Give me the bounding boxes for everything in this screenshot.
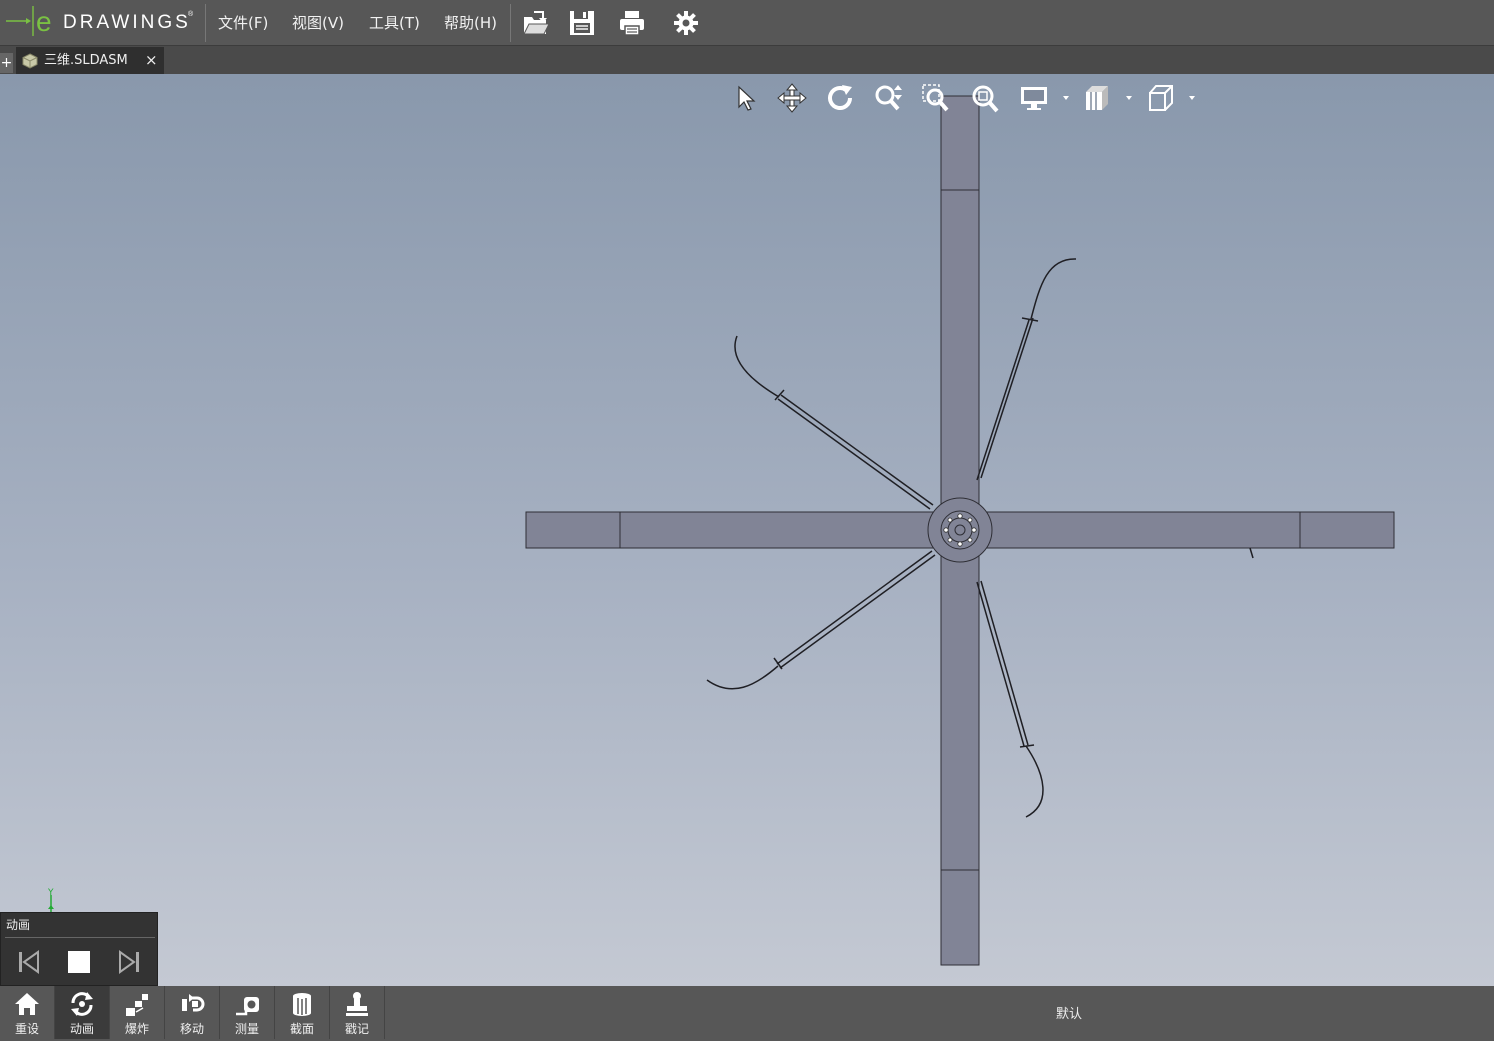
explode-label: 爆炸	[124, 1022, 149, 1036]
move-label: 移动	[179, 1022, 204, 1036]
section-button[interactable]: 截面	[275, 986, 330, 1039]
horizontal-arm-right-tip	[1299, 511, 1395, 549]
assembly-icon	[22, 53, 38, 69]
menu-view[interactable]: 视图(V)	[292, 12, 344, 34]
close-tab-icon[interactable]: ×	[145, 52, 158, 68]
tab-label: 三维.SLDASM	[44, 53, 128, 68]
document-tab-bar: + 三维.SLDASM ×	[0, 46, 1494, 74]
display-style-icon[interactable]	[1018, 82, 1050, 114]
assembly-model	[525, 95, 1395, 966]
logo-mark: ®	[188, 10, 194, 18]
edrawings-logo: e DRAWINGS ®	[6, 6, 194, 37]
previous-icon[interactable]	[14, 947, 44, 977]
stamp-label: 戳记	[344, 1022, 369, 1036]
display-style-dropdown-icon[interactable]	[1061, 94, 1071, 102]
measure-label: 测量	[234, 1022, 259, 1036]
logo-text: DRAWINGS	[63, 12, 191, 33]
standard-views-dropdown-icon[interactable]	[1187, 94, 1197, 102]
horizontal-arm-left-tip	[525, 511, 621, 549]
reset-label: 重设	[14, 1022, 39, 1036]
bottom-toolbar: 重设 动画 爆炸 移动 测量 截面 戳记 默认	[0, 986, 1494, 1041]
configuration-name[interactable]: 默认	[1040, 1003, 1098, 1022]
settings-icon[interactable]	[671, 8, 701, 38]
reset-button[interactable]: 重设	[0, 986, 55, 1039]
move-component-button[interactable]: 移动	[165, 986, 220, 1039]
rotate-icon[interactable]	[824, 82, 856, 114]
save-icon[interactable]	[567, 8, 597, 38]
tab-document[interactable]: 三维.SLDASM ×	[16, 47, 164, 74]
menu-help[interactable]: 帮助(H)	[444, 12, 497, 34]
animation-panel: 动画	[0, 912, 158, 986]
animate-button[interactable]: 动画	[55, 986, 110, 1039]
measure-icon	[236, 997, 259, 1016]
section-label: 截面	[289, 1022, 314, 1036]
zoom-icon[interactable]	[872, 82, 904, 114]
animation-divider	[5, 937, 155, 938]
graphics-viewport[interactable]: Y	[0, 74, 1494, 986]
print-icon[interactable]	[617, 8, 647, 38]
triad-y-label: Y	[47, 888, 54, 898]
vertical-arm-bottom-tip	[940, 869, 980, 966]
select-icon[interactable]	[730, 82, 762, 114]
orientation-triad: Y	[47, 888, 54, 913]
section-views-icon[interactable]	[1082, 82, 1114, 114]
explode-button[interactable]: 爆炸	[110, 986, 165, 1039]
animation-panel-title: 动画	[6, 918, 31, 932]
stamp-button[interactable]: 戳记	[330, 986, 385, 1039]
logo-e: e	[36, 6, 52, 37]
explode-icon	[126, 994, 148, 1016]
home-icon	[15, 993, 39, 1015]
menu-bar: e DRAWINGS ® 文件(F) 视图(V) 工具(T) 帮助(H)	[0, 0, 1494, 46]
section-views-dropdown-icon[interactable]	[1124, 94, 1134, 102]
standard-views-icon[interactable]	[1145, 82, 1177, 114]
add-tab-button[interactable]: +	[0, 53, 13, 73]
animate-icon	[71, 992, 93, 1016]
zoom-to-area-icon[interactable]	[920, 82, 952, 114]
menu-file[interactable]: 文件(F)	[218, 12, 268, 34]
menu-separator	[510, 4, 511, 42]
stamp-icon	[346, 992, 368, 1016]
hub-bore	[954, 524, 966, 536]
pan-icon[interactable]	[776, 82, 808, 114]
menu-tools[interactable]: 工具(T)	[369, 12, 420, 34]
animate-label: 动画	[69, 1022, 94, 1036]
section-icon	[293, 993, 311, 1016]
measure-button[interactable]: 测量	[220, 986, 275, 1039]
zoom-to-fit-icon[interactable]	[969, 82, 1001, 114]
stop-icon[interactable]	[64, 947, 94, 977]
next-icon[interactable]	[114, 947, 144, 977]
menu-separator	[205, 4, 206, 42]
move-component-icon	[182, 994, 205, 1012]
open-icon[interactable]	[521, 8, 551, 38]
